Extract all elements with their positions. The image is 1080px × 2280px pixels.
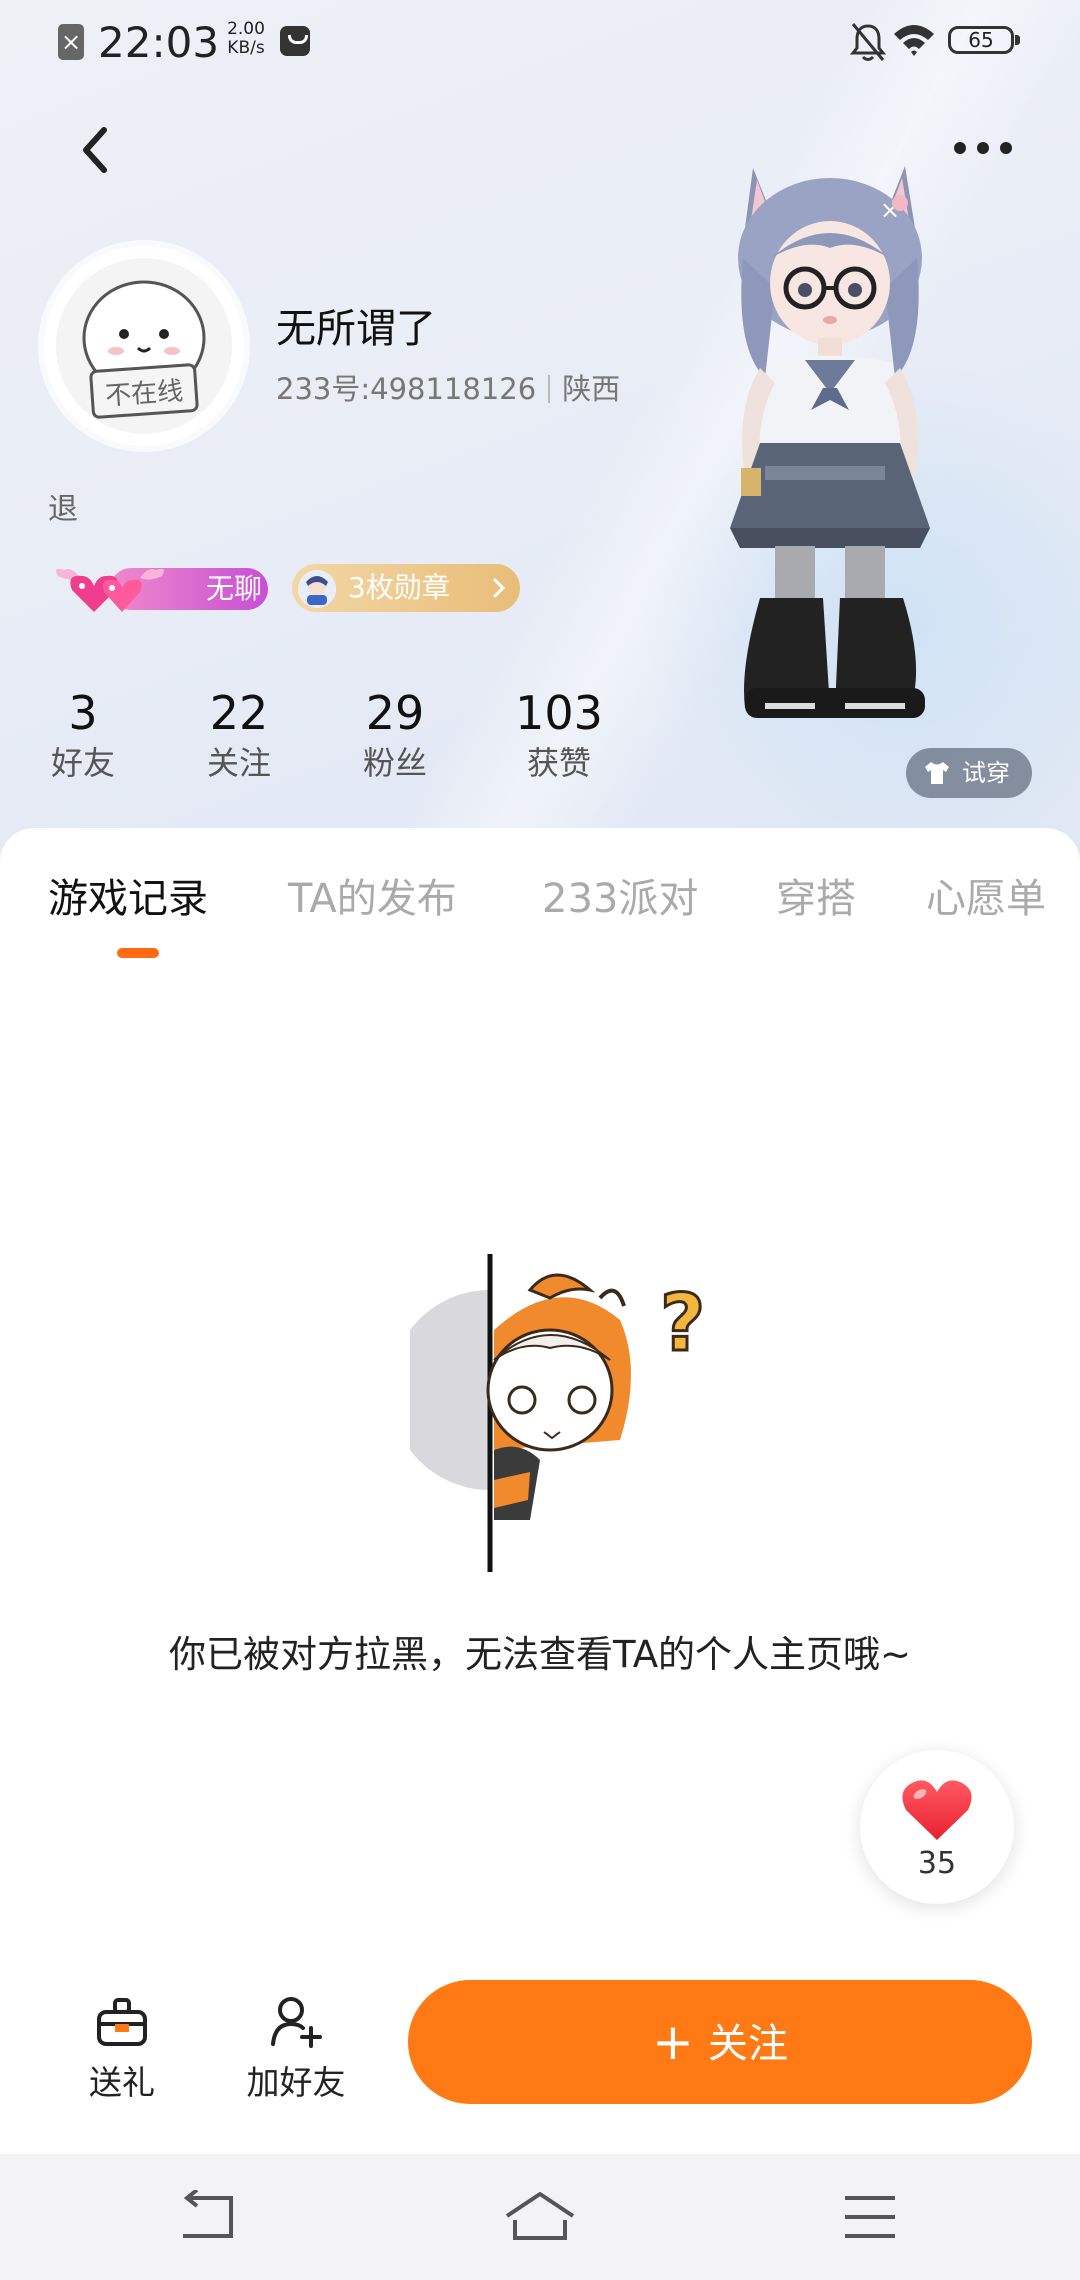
plus-icon: +: [652, 2013, 694, 2071]
network-speed: 2.00 KB/s: [216, 20, 276, 58]
bell-muted-icon: [849, 23, 887, 61]
wifi-icon: [894, 25, 934, 56]
medal-icon: [298, 570, 336, 608]
add-friend-label: 加好友: [246, 2063, 346, 2102]
svg-text:?: ?: [660, 1279, 705, 1369]
user-signature: 退: [48, 492, 78, 527]
tab-wishlist[interactable]: 心愿单: [926, 866, 1046, 924]
app-notification-icon: ×: [58, 24, 84, 60]
try-on-button[interactable]: 试穿: [906, 748, 1032, 798]
tab-233-party[interactable]: 233派对: [542, 866, 698, 924]
network-speed-unit: KB/s: [227, 38, 265, 58]
gift-label: 送礼: [89, 2063, 155, 2102]
system-back-icon[interactable]: [173, 2190, 243, 2244]
username: 无所谓了: [276, 306, 436, 352]
stat-friends-value: 3: [68, 686, 98, 740]
heart-icon: [902, 1780, 972, 1840]
system-home-icon[interactable]: [505, 2190, 575, 2244]
mood-badge[interactable]: 无聊: [50, 560, 268, 612]
back-button[interactable]: [70, 120, 120, 180]
user-meta: 233号:498118126 陕西: [276, 366, 620, 408]
try-on-label: 试穿: [962, 759, 1010, 787]
profile-avatar[interactable]: 不在线: [44, 246, 244, 446]
active-tab-indicator: [117, 948, 159, 958]
network-speed-value: 2.00: [227, 19, 265, 39]
user-id: 233号:498118126: [276, 372, 537, 406]
gift-button[interactable]: 送礼: [57, 1990, 187, 2108]
stat-followers[interactable]: 29 粉丝: [330, 686, 460, 786]
stat-likes-label: 获赞: [526, 744, 591, 782]
tab-outfits[interactable]: 穿搭: [776, 866, 856, 924]
stat-likes[interactable]: 103 获赞: [494, 686, 624, 786]
stat-followers-label: 粉丝: [362, 744, 427, 782]
stat-following-value: 22: [209, 686, 269, 740]
tab-game-records[interactable]: 游戏记录: [48, 866, 208, 924]
follow-button[interactable]: + 关注: [408, 1980, 1032, 2104]
add-friend-icon: [271, 1997, 322, 2048]
blocked-message: 你已被对方拉黑，无法查看TA的个人主页哦~: [168, 1633, 912, 1676]
medal-badge-label: 3枚勋章: [348, 571, 450, 604]
mood-badge-label: 无聊: [206, 572, 263, 605]
medal-badge-button[interactable]: 3枚勋章: [292, 564, 520, 612]
stat-followers-value: 29: [365, 686, 425, 740]
add-friend-button[interactable]: 加好友: [231, 1990, 361, 2108]
stat-likes-value: 103: [515, 686, 603, 740]
like-count: 35: [917, 1846, 957, 1881]
gift-icon: [97, 1998, 147, 2046]
follow-label: 关注: [707, 2021, 788, 2067]
status-time: 22:03: [98, 18, 220, 67]
avatar-character-figure[interactable]: ×: [705, 148, 975, 748]
shirt-icon: [925, 762, 949, 784]
stat-friends-label: 好友: [50, 744, 115, 782]
message-notification-icon: [280, 26, 310, 56]
chevron-right-icon: [493, 578, 506, 598]
stat-friends[interactable]: 3 好友: [18, 686, 148, 786]
avatar-sign-text: 不在线: [104, 376, 184, 411]
tab-ta-posts[interactable]: TA的发布: [288, 866, 457, 924]
meta-divider: [548, 375, 551, 403]
like-button[interactable]: 35: [860, 1750, 1014, 1904]
status-bar: × 22:03 2.00 KB/s 65: [0, 0, 1080, 84]
battery-indicator: 65: [948, 26, 1020, 54]
user-region: 陕西: [562, 372, 621, 406]
blocked-peeking-character-illustration: ?: [410, 1254, 707, 1572]
stat-following[interactable]: 22 关注: [174, 686, 304, 786]
winged-hearts-icon: [56, 568, 164, 612]
stat-following-label: 关注: [206, 744, 271, 782]
avatar-image: 不在线: [56, 258, 232, 434]
system-menu-icon[interactable]: [835, 2190, 905, 2244]
